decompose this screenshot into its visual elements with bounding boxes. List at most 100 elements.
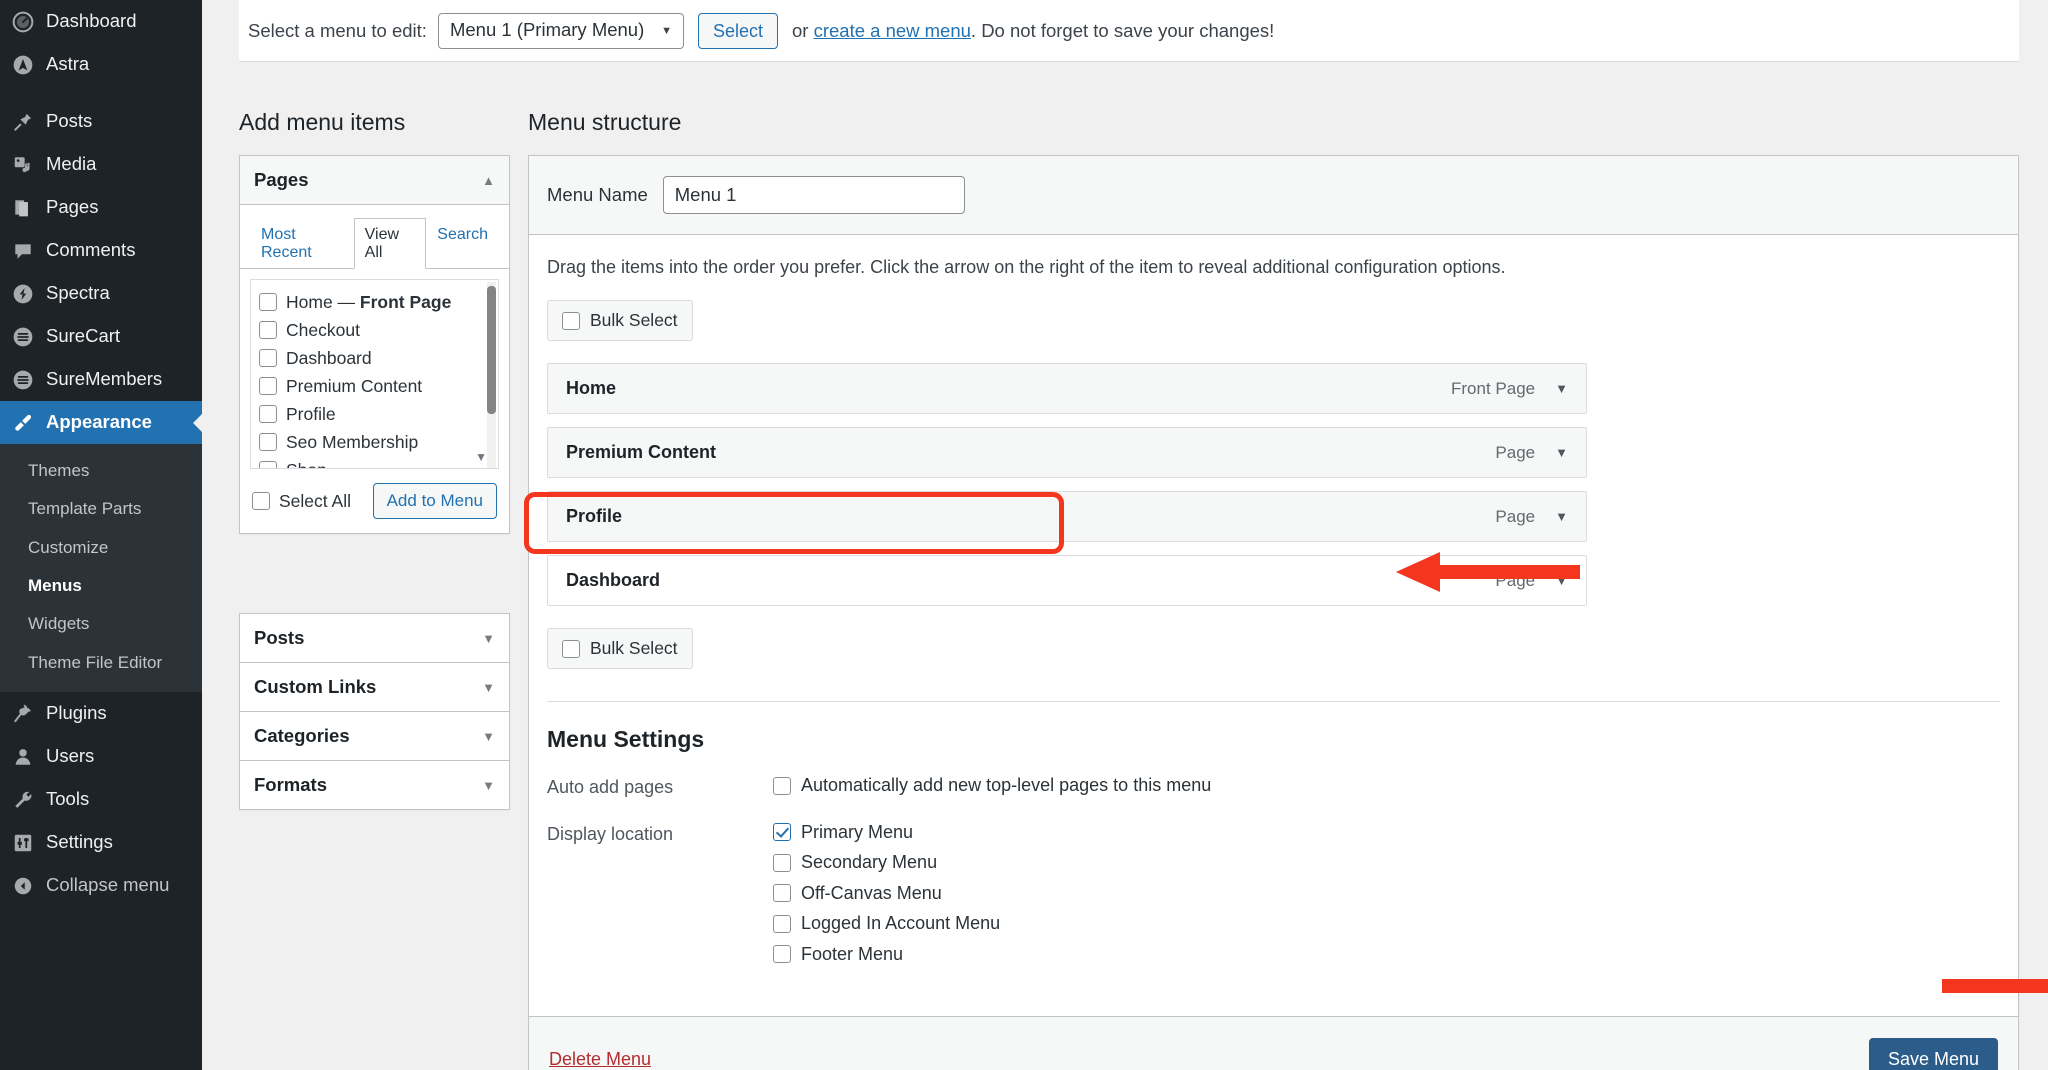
sidebar-item-posts[interactable]: Posts bbox=[0, 100, 202, 143]
checkbox-icon[interactable] bbox=[562, 311, 580, 330]
checkbox-icon[interactable] bbox=[259, 321, 277, 339]
create-new-menu-link[interactable]: create a new menu bbox=[814, 20, 971, 41]
sidebar-item-media[interactable]: Media bbox=[0, 143, 202, 186]
menu-item-type: Page bbox=[1495, 506, 1536, 526]
menu-item-dashboard[interactable]: Dashboard Page ▼ bbox=[547, 555, 1587, 606]
sidebar-item-dashboard[interactable]: Dashboard bbox=[0, 0, 202, 43]
sidebar-item-surecart[interactable]: SureCart bbox=[0, 315, 202, 358]
accordion-custom-links-header[interactable]: Custom Links ▼ bbox=[240, 663, 509, 712]
menu-select-dropdown[interactable]: Menu 1 (Primary Menu) bbox=[437, 12, 684, 49]
list-item[interactable]: Profile bbox=[259, 400, 492, 428]
menu-item-premium-content[interactable]: Premium Content Page ▼ bbox=[547, 427, 1587, 478]
checkbox-icon[interactable] bbox=[259, 293, 277, 311]
checkbox-icon[interactable] bbox=[259, 377, 277, 395]
menu-structure-panel: Menu Name Drag the items into the order … bbox=[528, 155, 2019, 1070]
chevron-down-icon[interactable]: ▼ bbox=[1555, 381, 1568, 396]
sidebar-divider bbox=[0, 86, 202, 100]
accordion-custom-links-title: Custom Links bbox=[254, 676, 377, 697]
main-content: Select a menu to edit: Menu 1 (Primary M… bbox=[202, 0, 2048, 1070]
submenu-item-themes[interactable]: Themes bbox=[0, 452, 202, 490]
checkbox-icon[interactable] bbox=[562, 639, 580, 658]
sidebar-item-plugins[interactable]: Plugins bbox=[0, 692, 202, 735]
location-label: Off-Canvas Menu bbox=[801, 882, 942, 903]
menu-item-title: Home bbox=[566, 378, 617, 398]
save-menu-button[interactable]: Save Menu bbox=[1868, 1038, 1998, 1070]
chevron-down-icon[interactable]: ▼ bbox=[482, 729, 495, 744]
chevron-down-icon[interactable]: ▼ bbox=[1555, 509, 1568, 524]
checkbox-icon[interactable] bbox=[773, 914, 791, 933]
menu-item-profile[interactable]: Profile Page ▼ bbox=[547, 491, 1587, 542]
delete-menu-link[interactable]: Delete Menu bbox=[549, 1049, 651, 1070]
menu-name-row: Menu Name bbox=[529, 156, 2018, 235]
auto-add-pages-option[interactable]: Automatically add new top-level pages to… bbox=[773, 775, 1211, 796]
checkbox-icon[interactable] bbox=[773, 776, 791, 795]
pages-list-scrollbar[interactable] bbox=[487, 282, 496, 468]
accordion-posts-header[interactable]: Posts ▼ bbox=[240, 614, 509, 663]
chevron-down-icon[interactable]: ▼ bbox=[1555, 573, 1568, 588]
bulk-select-bottom[interactable]: Bulk Select bbox=[547, 628, 693, 669]
select-button[interactable]: Select bbox=[697, 12, 778, 49]
menu-item-home[interactable]: Home Front Page ▼ bbox=[547, 363, 1587, 414]
dashboard-icon bbox=[10, 9, 36, 35]
location-footer-menu[interactable]: Footer Menu bbox=[773, 944, 1000, 965]
chevron-down-icon[interactable]: ▼ bbox=[482, 778, 495, 793]
location-secondary-menu[interactable]: Secondary Menu bbox=[773, 852, 1000, 873]
sidebar-item-appearance[interactable]: Appearance bbox=[0, 401, 202, 444]
chevron-up-icon[interactable]: ▲ bbox=[482, 173, 495, 188]
sidebar-item-tools[interactable]: Tools bbox=[0, 778, 202, 821]
submenu-item-theme-file-editor[interactable]: Theme File Editor bbox=[0, 644, 202, 682]
sidebar-item-comments[interactable]: Comments bbox=[0, 229, 202, 272]
location-off-canvas-menu[interactable]: Off-Canvas Menu bbox=[773, 883, 1000, 904]
sidebar-item-astra[interactable]: Astra bbox=[0, 43, 202, 86]
select-menu-label: Select a menu to edit: bbox=[248, 19, 427, 41]
user-icon bbox=[10, 744, 36, 770]
list-item[interactable]: Dashboard bbox=[259, 344, 492, 372]
tab-most-recent[interactable]: Most Recent bbox=[250, 218, 354, 269]
location-logged-in-account-menu[interactable]: Logged In Account Menu bbox=[773, 913, 1000, 934]
checkbox-checked-icon[interactable] bbox=[773, 823, 791, 841]
checkbox-icon[interactable] bbox=[259, 433, 277, 451]
location-primary-menu[interactable]: Primary Menu bbox=[773, 822, 1000, 843]
list-item[interactable]: Shop bbox=[259, 456, 492, 469]
accordion-categories-header[interactable]: Categories ▼ bbox=[240, 712, 509, 761]
list-item[interactable]: Premium Content bbox=[259, 372, 492, 400]
bulk-select-top[interactable]: Bulk Select bbox=[547, 300, 693, 341]
checkbox-icon[interactable] bbox=[773, 853, 791, 872]
submenu-item-customize[interactable]: Customize bbox=[0, 529, 202, 567]
sidebar-item-collapse-menu[interactable]: Collapse menu bbox=[0, 864, 202, 907]
sidebar-item-suremembers[interactable]: SureMembers bbox=[0, 358, 202, 401]
submenu-item-template-parts[interactable]: Template Parts bbox=[0, 490, 202, 528]
sliders-icon bbox=[10, 830, 36, 856]
menu-select-wrapper: Menu 1 (Primary Menu) ▼ bbox=[437, 12, 684, 49]
list-item[interactable]: Checkout bbox=[259, 316, 492, 344]
list-item[interactable]: Seo Membership bbox=[259, 428, 492, 456]
accordion-pages-header[interactable]: Pages ▲ bbox=[240, 156, 509, 205]
select-all-control[interactable]: Select All bbox=[252, 491, 351, 512]
tab-view-all[interactable]: View All bbox=[353, 218, 427, 269]
location-label: Logged In Account Menu bbox=[801, 913, 1001, 933]
checkbox-icon[interactable] bbox=[773, 945, 791, 963]
page-label: Shop bbox=[286, 460, 327, 469]
sidebar-item-settings[interactable]: Settings bbox=[0, 821, 202, 864]
checkbox-icon[interactable] bbox=[259, 349, 277, 367]
chevron-down-icon[interactable]: ▼ bbox=[482, 680, 495, 695]
submenu-item-menus[interactable]: Menus bbox=[0, 567, 202, 605]
sidebar-item-spectra[interactable]: Spectra bbox=[0, 272, 202, 315]
page-label: Checkout bbox=[286, 319, 360, 340]
checkbox-icon[interactable] bbox=[259, 461, 277, 468]
add-to-menu-button[interactable]: Add to Menu bbox=[372, 483, 497, 519]
menu-name-input[interactable] bbox=[662, 176, 965, 214]
tab-search[interactable]: Search bbox=[426, 218, 499, 269]
checkbox-icon[interactable] bbox=[252, 492, 270, 510]
checkbox-icon[interactable] bbox=[259, 405, 277, 423]
sidebar-item-users[interactable]: Users bbox=[0, 735, 202, 778]
accordion-formats-header[interactable]: Formats ▼ bbox=[240, 761, 509, 809]
scrollbar-thumb[interactable] bbox=[487, 286, 496, 414]
submenu-item-widgets[interactable]: Widgets bbox=[0, 605, 202, 643]
sidebar-item-pages[interactable]: Pages bbox=[0, 186, 202, 229]
checkbox-icon[interactable] bbox=[773, 884, 791, 902]
chevron-down-icon[interactable]: ▼ bbox=[482, 631, 495, 646]
list-item[interactable]: Home — Front Page bbox=[259, 288, 492, 316]
chevron-down-icon[interactable]: ▼ bbox=[475, 450, 487, 464]
chevron-down-icon[interactable]: ▼ bbox=[1555, 445, 1568, 460]
